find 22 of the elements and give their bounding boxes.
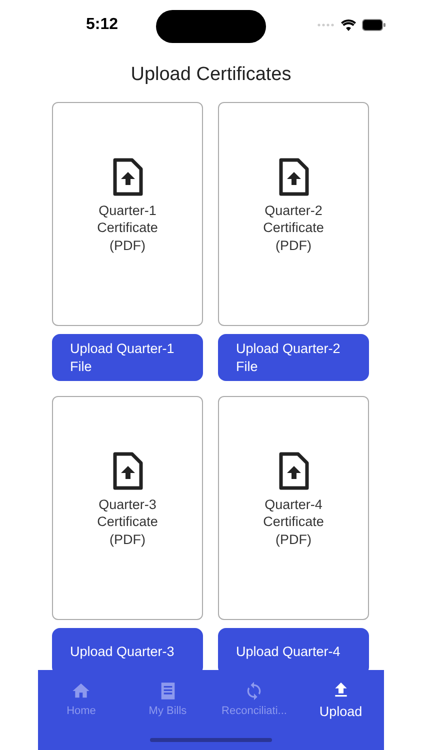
file-upload-icon (278, 452, 310, 490)
certificate-label: Quarter-3 Certificate (PDF) (97, 496, 158, 548)
file-upload-icon (112, 452, 144, 490)
certificate-card[interactable]: Quarter-2 Certificate (PDF) (218, 102, 369, 326)
signal-icon (317, 23, 335, 27)
page-title: Upload Certificates (130, 63, 292, 87)
tab[interactable]: Upload (298, 670, 384, 728)
upload-button[interactable]: Upload Quarter-4 (218, 628, 369, 670)
certificate-label: Quarter-1 Certificate (PDF) (97, 202, 158, 254)
file-upload-icon (278, 158, 310, 196)
upload-button[interactable]: Upload Quarter-1 File (52, 334, 203, 381)
status-time: 5:12 (86, 16, 118, 34)
certificate-label: Quarter-2 Certificate (PDF) (263, 202, 324, 254)
certificate-card[interactable]: Quarter-3 Certificate (PDF) (52, 396, 203, 620)
battery-icon (362, 19, 386, 31)
certificate-label: Quarter-4 Certificate (PDF) (263, 496, 324, 548)
upload-button[interactable]: Upload Quarter-3 (52, 628, 203, 670)
file-upload-icon (112, 158, 144, 196)
certificate-card[interactable]: Quarter-1 Certificate (PDF) (52, 102, 203, 326)
upload-button[interactable]: Upload Quarter-2 File (218, 334, 369, 381)
wifi-icon (341, 19, 356, 31)
certificate-card[interactable]: Quarter-4 Certificate (PDF) (218, 396, 369, 620)
